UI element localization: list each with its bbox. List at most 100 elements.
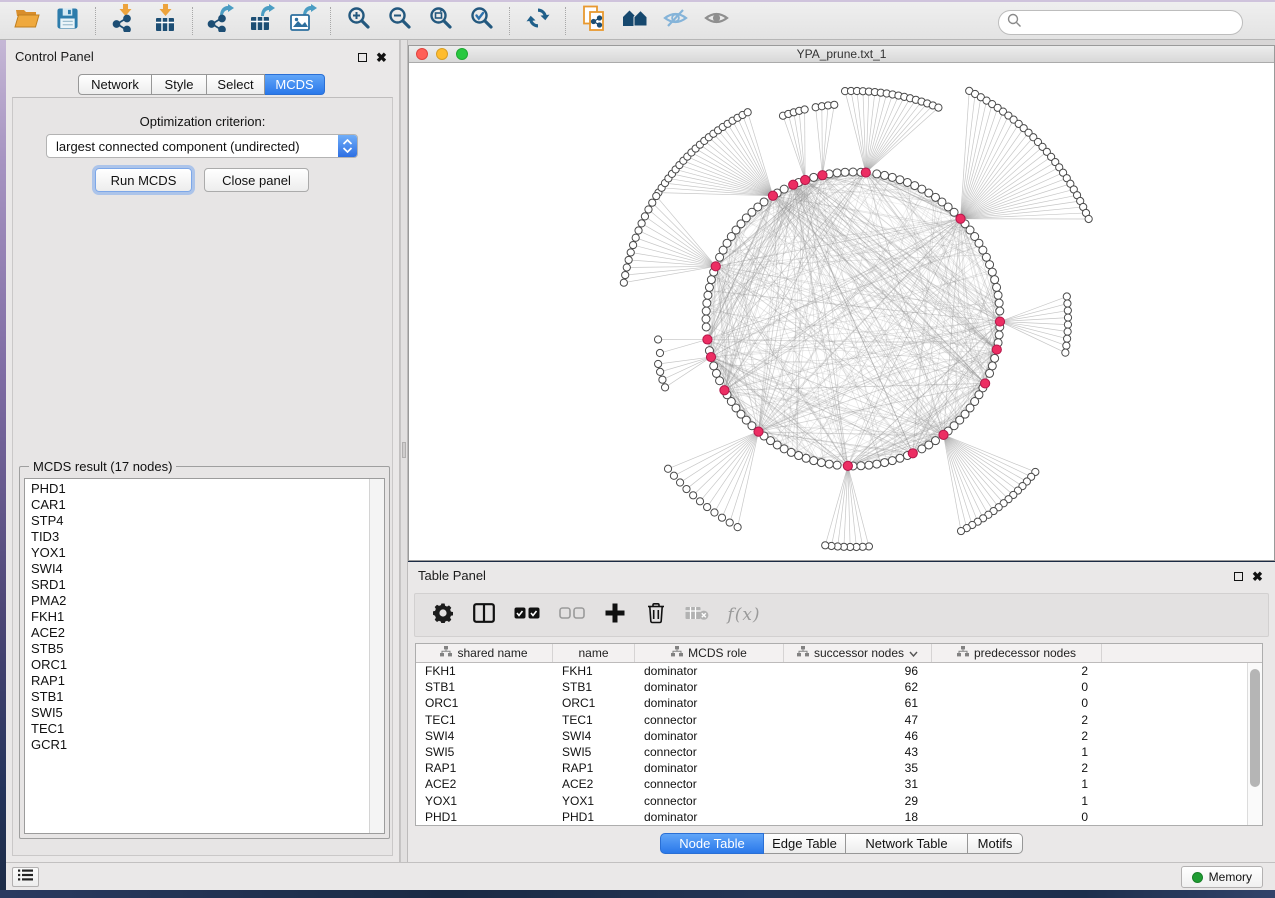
table-row[interactable]: ACE2ACE2connector311 — [416, 776, 1247, 792]
table-cell[interactable]: connector — [635, 794, 784, 808]
table-cell[interactable]: connector — [635, 713, 784, 727]
tab-node-table[interactable]: Node Table — [660, 833, 764, 854]
mcds-result-item[interactable]: TEC1 — [25, 721, 369, 737]
table-cell[interactable]: YOX1 — [416, 794, 553, 808]
apply-layout-button[interactable] — [517, 4, 558, 38]
import-network-button[interactable] — [103, 4, 144, 38]
network-leaf-node[interactable] — [822, 542, 829, 549]
network-leaf-node[interactable] — [690, 492, 697, 499]
show-all-button[interactable] — [696, 4, 737, 38]
column-header-shared-name[interactable]: shared name — [416, 644, 553, 662]
network-leaf-node[interactable] — [627, 249, 634, 256]
mcds-result-item[interactable]: ORC1 — [25, 657, 369, 673]
network-node[interactable] — [702, 307, 710, 315]
table-cell[interactable]: 43 — [784, 745, 932, 759]
tab-style[interactable]: Style — [152, 74, 207, 95]
network-leaf-node[interactable] — [683, 485, 690, 492]
table-cell[interactable]: dominator — [635, 696, 784, 710]
table-cell[interactable]: connector — [635, 777, 784, 791]
network-leaf-node[interactable] — [655, 360, 662, 367]
network-node[interactable] — [991, 354, 999, 362]
table-row[interactable]: STB1STB1dominator620 — [416, 679, 1247, 695]
table-row[interactable]: SWI5SWI5connector431 — [416, 744, 1247, 760]
network-node[interactable] — [881, 171, 889, 179]
table-cell[interactable]: dominator — [635, 729, 784, 743]
network-node[interactable] — [795, 452, 803, 460]
network-hub-node[interactable] — [768, 191, 777, 200]
network-leaf-node[interactable] — [653, 192, 660, 199]
network-hub-node[interactable] — [818, 171, 827, 180]
mcds-result-item[interactable]: CAR1 — [25, 497, 369, 513]
network-hub-node[interactable] — [843, 461, 852, 470]
mcds-result-scrollbar[interactable] — [369, 479, 384, 833]
network-leaf-node[interactable] — [744, 109, 751, 116]
network-node[interactable] — [810, 173, 818, 181]
network-leaf-node[interactable] — [620, 279, 627, 286]
network-leaf-node[interactable] — [1064, 328, 1071, 335]
network-node[interactable] — [896, 176, 904, 184]
table-cell[interactable]: YOX1 — [553, 794, 635, 808]
network-node[interactable] — [888, 173, 896, 181]
network-leaf-node[interactable] — [711, 509, 718, 516]
network-leaf-node[interactable] — [1064, 307, 1071, 314]
network-node[interactable] — [986, 369, 994, 377]
task-history-button[interactable] — [12, 867, 39, 887]
column-settings-button[interactable] — [431, 603, 455, 627]
column-header-successor-nodes[interactable]: successor nodes — [784, 644, 932, 662]
network-node[interactable] — [881, 459, 889, 467]
table-cell[interactable]: 62 — [784, 680, 932, 694]
network-node[interactable] — [896, 454, 904, 462]
network-node[interactable] — [825, 460, 833, 468]
network-node[interactable] — [950, 208, 958, 216]
network-hub-node[interactable] — [720, 386, 729, 395]
network-hub-node[interactable] — [711, 262, 720, 271]
network-window-titlebar[interactable]: YPA_prune.txt_1 — [409, 46, 1274, 63]
network-node[interactable] — [982, 253, 990, 261]
mcds-result-item[interactable]: GCR1 — [25, 737, 369, 753]
column-header-MCDS-role[interactable]: MCDS role — [635, 644, 784, 662]
network-hub-node[interactable] — [706, 352, 715, 361]
mcds-result-list[interactable]: PHD1CAR1STP4TID3YOX1SWI4SRD1PMA2FKH1ACE2… — [24, 478, 385, 834]
table-row[interactable]: SWI4SWI4dominator462 — [416, 728, 1247, 744]
table-cell[interactable]: ACE2 — [416, 777, 553, 791]
network-leaf-node[interactable] — [831, 101, 838, 108]
mcds-result-item[interactable]: STB5 — [25, 641, 369, 657]
panel-splitter[interactable] — [400, 40, 408, 862]
network-leaf-node[interactable] — [957, 527, 964, 534]
table-cell[interactable]: 0 — [932, 810, 1102, 824]
network-leaf-node[interactable] — [657, 368, 664, 375]
column-header-predecessor-nodes[interactable]: predecessor nodes — [932, 644, 1102, 662]
network-node[interactable] — [780, 185, 788, 193]
network-leaf-node[interactable] — [661, 384, 668, 391]
tab-motifs[interactable]: Motifs — [968, 833, 1023, 854]
network-leaf-node[interactable] — [734, 524, 741, 531]
table-cell[interactable]: 1 — [932, 745, 1102, 759]
network-leaf-node[interactable] — [1062, 349, 1069, 356]
table-cell[interactable]: ACE2 — [553, 777, 635, 791]
splitter-grip[interactable] — [402, 442, 406, 458]
mcds-result-item[interactable]: SRD1 — [25, 577, 369, 593]
mcds-result-item[interactable]: SWI4 — [25, 561, 369, 577]
network-leaf-node[interactable] — [1063, 342, 1070, 349]
network-leaf-node[interactable] — [659, 376, 666, 383]
tab-edge-table[interactable]: Edge Table — [764, 833, 846, 854]
network-node[interactable] — [702, 315, 710, 323]
network-node[interactable] — [760, 198, 768, 206]
network-node[interactable] — [986, 261, 994, 269]
zoom-selected-button[interactable] — [461, 4, 502, 38]
network-node[interactable] — [988, 362, 996, 370]
network-leaf-node[interactable] — [622, 271, 629, 278]
zoom-window-icon[interactable] — [456, 48, 468, 60]
network-node[interactable] — [712, 369, 720, 377]
mcds-result-item[interactable]: STB1 — [25, 689, 369, 705]
optimization-criterion-select[interactable]: largest connected component (undirected) — [46, 134, 358, 158]
table-cell[interactable]: 47 — [784, 713, 932, 727]
network-node[interactable] — [802, 454, 810, 462]
network-leaf-node[interactable] — [1063, 293, 1070, 300]
scrollbar-thumb[interactable] — [1250, 669, 1260, 787]
network-leaf-node[interactable] — [801, 106, 808, 113]
network-node[interactable] — [849, 168, 857, 176]
table-cell[interactable]: 18 — [784, 810, 932, 824]
table-cell[interactable]: PHD1 — [553, 810, 635, 824]
table-cell[interactable]: SWI5 — [416, 745, 553, 759]
